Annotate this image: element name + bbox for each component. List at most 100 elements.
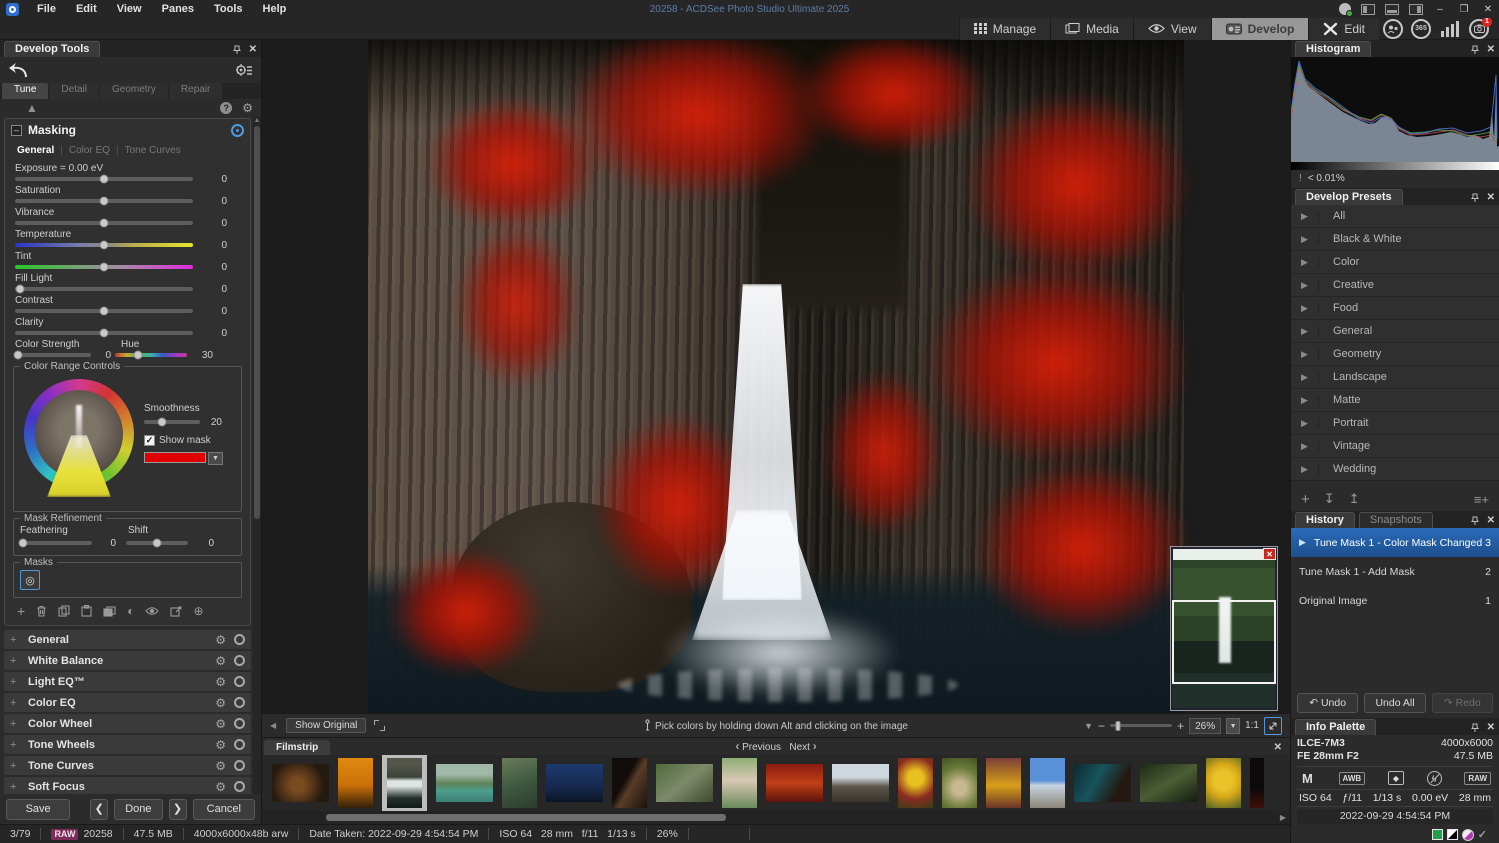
thumbnail-city-sky[interactable] bbox=[1030, 758, 1065, 808]
close-panel-icon[interactable]: ✕ bbox=[1487, 722, 1495, 733]
develop-section-row[interactable]: + Tone Curves ⚙ bbox=[4, 756, 251, 775]
close-panel-icon[interactable]: ✕ bbox=[1487, 44, 1495, 55]
menu-item[interactable]: File bbox=[27, 0, 66, 18]
preset-category-row[interactable]: ▶ Color bbox=[1291, 251, 1499, 274]
mask-color-swatch[interactable] bbox=[144, 452, 206, 463]
close-panel-icon[interactable]: ✕ bbox=[1487, 192, 1495, 203]
filmstrip-scroll-thumb[interactable] bbox=[326, 814, 726, 821]
thumbnail-yellow-dancer[interactable] bbox=[986, 758, 1021, 808]
settings-list-icon[interactable] bbox=[235, 63, 253, 78]
menu-item[interactable]: Edit bbox=[66, 0, 107, 18]
fullscreen-icon[interactable] bbox=[374, 720, 385, 731]
preset-category-row[interactable]: ▶ Creative bbox=[1291, 274, 1499, 297]
tune-settings-gear-icon[interactable]: ⚙ bbox=[242, 101, 253, 115]
thumbnail-limestone-bay[interactable] bbox=[436, 764, 493, 802]
history-item[interactable]: ▶ Tune Mask 1 - Color Mask Changed 3 bbox=[1291, 528, 1499, 557]
masking-target-icon[interactable] bbox=[231, 124, 244, 137]
mask-item-button[interactable]: ◎ bbox=[20, 570, 40, 590]
thumbnail-concert-stage[interactable] bbox=[1074, 764, 1131, 802]
slider-track[interactable] bbox=[15, 331, 193, 335]
preset-category-row[interactable]: ▶ Wedding bbox=[1291, 458, 1499, 481]
develop-tools-tab[interactable]: Repair bbox=[169, 83, 222, 99]
color-strength-knob[interactable] bbox=[14, 351, 23, 360]
expand-arrow-icon[interactable]: ▶ bbox=[1291, 211, 1319, 222]
develop-tools-tab[interactable]: Tune bbox=[2, 83, 48, 99]
thumbnail-sunflower-face[interactable] bbox=[898, 758, 933, 808]
feathering-knob[interactable] bbox=[18, 539, 27, 548]
invert-mask-icon[interactable]: ◐ bbox=[127, 604, 134, 618]
section-reset-icon[interactable] bbox=[234, 634, 245, 645]
scrollbar-thumb[interactable] bbox=[254, 126, 260, 519]
mode-edit[interactable]: Edit bbox=[1308, 18, 1379, 40]
undo-arrow-icon[interactable] bbox=[8, 61, 30, 79]
section-gear-icon[interactable]: ⚙ bbox=[215, 654, 226, 668]
copy-mask-icon[interactable] bbox=[58, 605, 70, 617]
masking-tab-general[interactable]: General bbox=[17, 145, 54, 156]
minimize-button[interactable]: – bbox=[1433, 4, 1447, 15]
menu-item[interactable]: Help bbox=[253, 0, 297, 18]
layout-right-pane-icon[interactable] bbox=[1409, 4, 1423, 15]
slider-knob[interactable] bbox=[100, 329, 109, 338]
pin-icon[interactable] bbox=[1471, 516, 1479, 526]
mask-color-dropdown[interactable]: ▼ bbox=[208, 452, 223, 465]
paste-mask-icon[interactable] bbox=[81, 605, 92, 617]
add-mask-icon[interactable]: + bbox=[17, 603, 25, 619]
selected-thumbnail-frame[interactable] bbox=[382, 755, 427, 811]
navigator-panel[interactable]: ✕ bbox=[1170, 546, 1278, 711]
thumbnail-woman-portrait[interactable] bbox=[722, 758, 757, 808]
hue-track[interactable] bbox=[115, 353, 187, 357]
section-gear-icon[interactable]: ⚙ bbox=[215, 633, 226, 647]
develop-section-row[interactable]: + White Balance ⚙ bbox=[4, 651, 251, 670]
feathering-track[interactable] bbox=[20, 541, 92, 545]
cancel-button[interactable]: Cancel bbox=[193, 799, 255, 820]
layout-bottom-pane-icon[interactable] bbox=[1385, 4, 1399, 15]
develop-section-row[interactable]: + Light EQ™ ⚙ bbox=[4, 672, 251, 691]
thumbnail-dark-interior[interactable] bbox=[612, 758, 647, 808]
expand-arrow-icon[interactable]: ▶ bbox=[1291, 280, 1319, 291]
notifications-icon[interactable]: 1 bbox=[1469, 19, 1489, 39]
filmstrip-scrollbar[interactable]: ▶ bbox=[262, 811, 1290, 824]
zoom-dropdown-triangle[interactable]: ▼ bbox=[1084, 721, 1093, 731]
section-gear-icon[interactable]: ⚙ bbox=[215, 717, 226, 731]
slider-knob[interactable] bbox=[100, 241, 109, 250]
preset-list-options-icon[interactable]: ≡+ bbox=[1474, 492, 1489, 507]
section-gear-icon[interactable]: ⚙ bbox=[215, 696, 226, 710]
color-strength-track[interactable] bbox=[15, 353, 91, 357]
mask-target-icon[interactable]: ⊕ bbox=[193, 604, 203, 618]
history-tab[interactable]: History bbox=[1295, 512, 1355, 528]
bw-preview-icon[interactable] bbox=[1447, 829, 1458, 840]
pin-icon[interactable] bbox=[1471, 193, 1479, 203]
section-reset-icon[interactable] bbox=[234, 697, 245, 708]
import-preset-icon[interactable]: ↧ bbox=[1324, 491, 1335, 507]
section-reset-icon[interactable] bbox=[234, 781, 245, 792]
history-item[interactable]: Original Image 1 bbox=[1291, 586, 1499, 615]
shift-knob[interactable] bbox=[153, 539, 162, 548]
preset-category-row[interactable]: ▶ Landscape bbox=[1291, 366, 1499, 389]
zoom-slider-knob[interactable] bbox=[1115, 721, 1120, 731]
done-button[interactable]: Done bbox=[114, 799, 162, 820]
expand-arrow-icon[interactable]: ▶ bbox=[1291, 395, 1319, 406]
slider-knob[interactable] bbox=[100, 219, 109, 228]
redo-button[interactable]: ↷ Redo bbox=[1432, 693, 1493, 713]
mode-develop[interactable]: Develop bbox=[1211, 18, 1309, 40]
main-photo-waterfall[interactable] bbox=[368, 40, 1184, 713]
thumbnail-orange-portrait[interactable] bbox=[338, 758, 373, 808]
expand-plus-icon[interactable]: + bbox=[10, 760, 20, 772]
pin-icon[interactable] bbox=[1471, 723, 1479, 733]
expand-arrow-icon[interactable]: ▶ bbox=[1291, 349, 1319, 360]
next-image-button[interactable]: ❯ bbox=[169, 799, 187, 820]
pin-icon[interactable] bbox=[233, 45, 241, 55]
section-gear-icon[interactable]: ⚙ bbox=[215, 759, 226, 773]
zoom-level[interactable]: 26% bbox=[1189, 718, 1221, 734]
thumbnail-food-still-life[interactable] bbox=[272, 764, 329, 802]
export-preset-icon[interactable]: ↥ bbox=[1349, 491, 1360, 507]
menu-item[interactable]: Tools bbox=[204, 0, 253, 18]
section-gear-icon[interactable]: ⚙ bbox=[215, 738, 226, 752]
actual-size-label[interactable]: 1:1 bbox=[1245, 720, 1259, 731]
pin-icon[interactable] bbox=[1471, 45, 1479, 55]
develop-section-row[interactable]: + Color Wheel ⚙ bbox=[4, 714, 251, 733]
filmstrip-scroll-right-arrow[interactable]: ▶ bbox=[1280, 813, 1286, 822]
filmstrip-next[interactable]: Next bbox=[789, 742, 810, 753]
slider-track[interactable] bbox=[15, 265, 193, 269]
develop-section-row[interactable]: + Color EQ ⚙ bbox=[4, 693, 251, 712]
